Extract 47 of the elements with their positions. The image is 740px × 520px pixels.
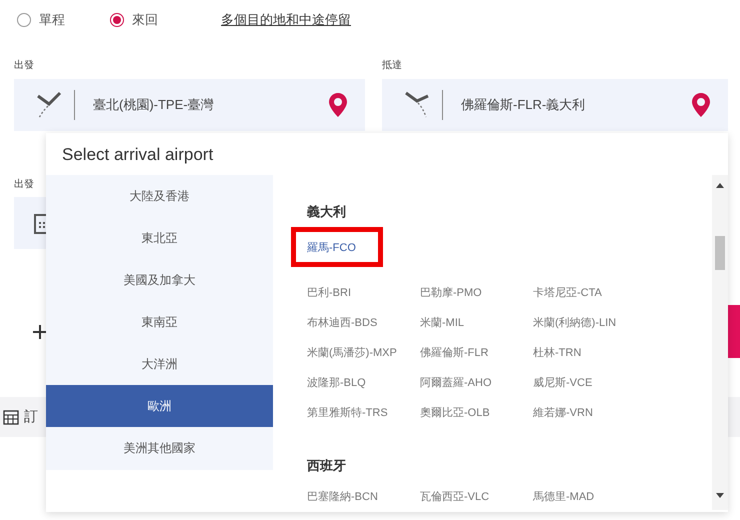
region-item[interactable]: 東北亞: [46, 217, 273, 259]
scrollbar[interactable]: [712, 175, 728, 510]
airport-link[interactable]: 奧爾比亞-OLB: [420, 405, 533, 421]
airport-link[interactable]: 杜林-TRN: [533, 345, 653, 361]
airport-link[interactable]: 威尼斯-VCE: [533, 375, 653, 391]
field-label: 出發: [14, 178, 34, 191]
destination-field[interactable]: 佛羅倫斯-FLR-義大利: [382, 79, 728, 131]
location-pin-icon: [692, 93, 710, 117]
region-item[interactable]: 美洲其他國家: [46, 427, 273, 469]
airport-link[interactable]: 阿爾蓋羅-AHO: [420, 375, 533, 391]
region-item[interactable]: 大陸及香港: [46, 175, 273, 217]
region-item[interactable]: 東南亞: [46, 301, 273, 343]
flight-path-icon: [34, 90, 64, 120]
plus-icon[interactable]: [33, 325, 47, 339]
trip-type-radio[interactable]: 來回: [110, 11, 158, 29]
field-label: 抵達: [382, 58, 403, 72]
scroll-up-icon[interactable]: [716, 183, 724, 188]
region-item[interactable]: 歐洲: [46, 385, 273, 427]
airport-link[interactable]: 第里雅斯特-TRS: [307, 405, 420, 421]
origin-field[interactable]: 臺北(桃園)-TPE-臺灣: [14, 79, 365, 131]
airport-link[interactable]: 米蘭(馬潘莎)-MXP: [307, 345, 420, 361]
airport-link[interactable]: 羅馬-FCO: [307, 240, 356, 256]
airport-link[interactable]: 佛羅倫斯-FLR: [420, 345, 533, 361]
section-heading: 訂: [24, 408, 38, 426]
airport-link[interactable]: 米蘭-MIL: [420, 315, 533, 331]
airport-link[interactable]: 維若娜-VRN: [533, 405, 653, 421]
airport-link[interactable]: 卡塔尼亞-CTA: [533, 285, 653, 301]
field-label: 出發: [14, 58, 35, 72]
airport-link[interactable]: 瓦倫西亞-VLC: [420, 489, 533, 505]
airport-link[interactable]: 布林迪西-BDS: [307, 315, 420, 331]
scroll-down-icon[interactable]: [716, 493, 724, 498]
airport-link[interactable]: 巴塞隆納-BCN: [307, 489, 420, 505]
country-heading: 義大利: [307, 203, 347, 221]
country-heading: 西班牙: [307, 457, 347, 475]
airport-link[interactable]: 馬德里-MAD: [533, 489, 653, 505]
airport-link[interactable]: 波隆那-BLQ: [307, 375, 420, 391]
airport-link[interactable]: 巴利-BRI: [307, 285, 420, 301]
airport-link[interactable]: 米蘭(利納德)-LIN: [533, 315, 653, 331]
multi-city-link[interactable]: 多個目的地和中途停留: [221, 11, 351, 29]
region-item[interactable]: 美國及加拿大: [46, 259, 273, 301]
calendar-icon: [3, 409, 19, 425]
region-item[interactable]: 大洋洲: [46, 343, 273, 385]
popup-title: Select arrival airport: [61, 144, 214, 166]
location-pin-icon: [329, 93, 347, 117]
scrollbar-thumb[interactable]: [715, 236, 725, 270]
trip-type-radio[interactable]: 單程: [17, 11, 65, 29]
airport-link[interactable]: 巴勒摩-PMO: [420, 285, 533, 301]
